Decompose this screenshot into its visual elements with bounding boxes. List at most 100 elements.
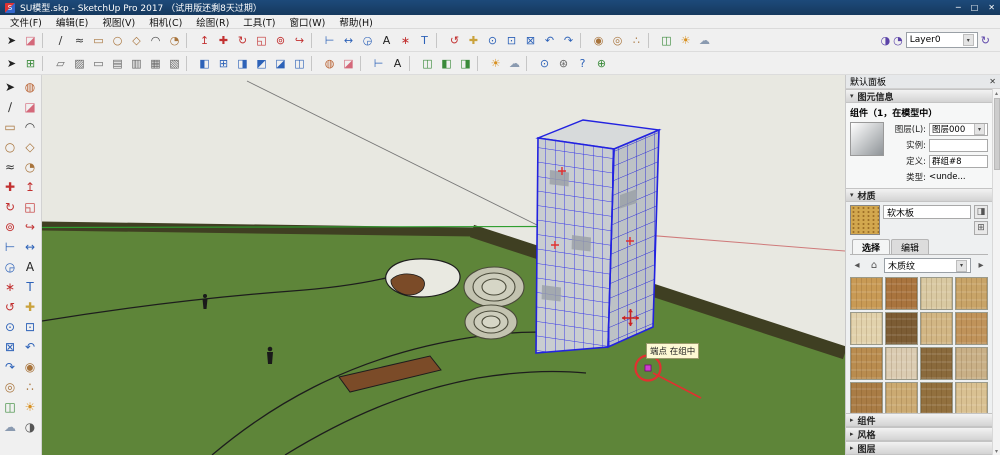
layer-visibility-icon[interactable]: ◔ <box>893 34 903 47</box>
create-material-button[interactable]: ⊞ <box>974 221 988 235</box>
section-display-toggle[interactable]: ◧ <box>437 54 456 73</box>
next-view-button[interactable]: ↷ <box>0 357 20 377</box>
position-camera-tool[interactable]: ◉ <box>20 357 40 377</box>
line-tool[interactable]: ∕ <box>51 31 70 50</box>
view-front[interactable]: ◨ <box>233 54 252 73</box>
preferences-button[interactable]: ⊛ <box>554 54 573 73</box>
view-right[interactable]: ◩ <box>252 54 271 73</box>
material-collection-dropdown[interactable]: 木质纹 ▾ <box>884 258 971 273</box>
walk-tool[interactable]: ∴ <box>20 377 40 397</box>
text-tool[interactable]: A <box>377 31 396 50</box>
dimension-tool[interactable]: ↔ <box>20 237 40 257</box>
toolbar-separator[interactable] <box>526 56 533 71</box>
tape-measure-tool[interactable]: ⊢ <box>369 54 388 73</box>
menu-draw[interactable]: 绘图(R) <box>189 15 236 29</box>
protractor-tool[interactable]: ◶ <box>0 257 20 277</box>
push-pull-tool[interactable]: ↥ <box>195 31 214 50</box>
zoom-extents-tool[interactable]: ⊠ <box>521 31 540 50</box>
toolbar-separator[interactable] <box>648 33 655 48</box>
layer-color-icon[interactable]: ◑ <box>881 34 891 47</box>
fog-toggle[interactable]: ☁ <box>505 54 524 73</box>
tape-measure-tool[interactable]: ⊢ <box>320 31 339 50</box>
look-around-tool[interactable]: ◎ <box>608 31 627 50</box>
menu-view[interactable]: 视图(V) <box>95 15 142 29</box>
style-hidden-line[interactable]: ▤ <box>108 54 127 73</box>
3d-text-tool[interactable]: T <box>415 31 434 50</box>
toolbar-separator[interactable] <box>409 56 416 71</box>
polygon-tool[interactable]: ◇ <box>20 137 40 157</box>
section-styles[interactable]: ▸ 风格 <box>846 427 992 441</box>
style-xray[interactable]: ▱ <box>51 54 70 73</box>
orbit-tool[interactable]: ↺ <box>445 31 464 50</box>
zoom-tool[interactable]: ⊙ <box>0 317 20 337</box>
eraser-tool[interactable]: ◪ <box>339 54 358 73</box>
paint-bucket-tool[interactable]: ◍ <box>320 54 339 73</box>
toolbar-separator[interactable] <box>186 56 193 71</box>
previous-view-button[interactable]: ↶ <box>20 337 40 357</box>
protractor-tool[interactable]: ◶ <box>358 31 377 50</box>
text-tool[interactable]: A <box>388 54 407 73</box>
scroll-up-icon[interactable]: ▴ <box>995 89 998 97</box>
menu-camera[interactable]: 相机(C) <box>142 15 189 29</box>
toolbar-separator[interactable] <box>186 33 193 48</box>
zoom-window-tool[interactable]: ⊡ <box>20 317 40 337</box>
style-monochrome[interactable]: ▧ <box>165 54 184 73</box>
minimize-button[interactable]: ─ <box>956 3 961 12</box>
scale-tool[interactable]: ◱ <box>20 197 40 217</box>
texture-swatch[interactable] <box>850 312 883 345</box>
rectangle-tool[interactable]: ▭ <box>89 31 108 50</box>
menu-tools[interactable]: 工具(T) <box>236 15 282 29</box>
3d-text-tool[interactable]: T <box>20 277 40 297</box>
secondary-pane-button[interactable]: ◨ <box>974 205 988 219</box>
shadows-dialog-button[interactable]: ☀ <box>486 54 505 73</box>
material-name-field[interactable]: 软木板 <box>883 205 971 219</box>
texture-swatch[interactable] <box>955 382 988 413</box>
menu-help[interactable]: 帮助(H) <box>332 15 380 29</box>
eraser-tool[interactable]: ◪ <box>21 31 40 50</box>
section-cut-toggle[interactable]: ◨ <box>456 54 475 73</box>
axes-tool[interactable]: ∗ <box>0 277 20 297</box>
shadows-toggle[interactable]: ☀ <box>676 31 695 50</box>
texture-swatch[interactable] <box>850 277 883 310</box>
texture-swatch[interactable] <box>850 382 883 413</box>
select-tool[interactable]: ➤ <box>2 54 21 73</box>
tray-scrollbar[interactable]: ▴ ▾ <box>992 89 1000 455</box>
tab-select[interactable]: 选择 <box>852 239 890 254</box>
paint-bucket-tool[interactable]: ◍ <box>20 77 40 97</box>
texture-swatch[interactable] <box>920 382 953 413</box>
move-tool[interactable]: ✚ <box>214 31 233 50</box>
texture-swatch[interactable] <box>850 347 883 380</box>
fog-toggle[interactable]: ☁ <box>695 31 714 50</box>
select-tool[interactable]: ➤ <box>0 77 20 97</box>
freehand-tool[interactable]: ≈ <box>70 31 89 50</box>
shadows-toggle[interactable]: ☀ <box>20 397 40 417</box>
view-top[interactable]: ⊞ <box>214 54 233 73</box>
toolbar-separator[interactable] <box>580 33 587 48</box>
maximize-button[interactable]: □ <box>971 3 979 12</box>
style-shaded[interactable]: ▥ <box>127 54 146 73</box>
make-component-button[interactable]: ⊞ <box>21 54 40 73</box>
definition-input[interactable]: 群组#8 <box>929 155 988 168</box>
menu-edit[interactable]: 编辑(E) <box>49 15 95 29</box>
texture-swatch[interactable] <box>955 277 988 310</box>
texture-swatch[interactable] <box>955 312 988 345</box>
freehand-tool[interactable]: ≈ <box>0 157 20 177</box>
back-arrow-icon[interactable]: ◂ <box>850 259 864 273</box>
pie-tool[interactable]: ◔ <box>165 31 184 50</box>
dimension-tool[interactable]: ↔ <box>339 31 358 50</box>
move-tool[interactable]: ✚ <box>0 177 20 197</box>
section-layers[interactable]: ▸ 图层 <box>846 441 992 455</box>
details-arrow-icon[interactable]: ▸ <box>974 259 988 273</box>
circle-tool[interactable]: ○ <box>108 31 127 50</box>
rotate-tool[interactable]: ↻ <box>233 31 252 50</box>
tab-edit[interactable]: 编辑 <box>891 239 929 254</box>
texture-swatch[interactable] <box>955 347 988 380</box>
axes-tool[interactable]: ∗ <box>396 31 415 50</box>
texture-swatch[interactable] <box>920 312 953 345</box>
selected-building-group[interactable] <box>536 120 659 353</box>
tray-close-icon[interactable]: ✕ <box>989 77 996 86</box>
offset-tool[interactable]: ⊚ <box>271 31 290 50</box>
model-info-button[interactable]: ⊙ <box>535 54 554 73</box>
follow-me-tool[interactable]: ↪ <box>290 31 309 50</box>
section-plane-tool[interactable]: ◫ <box>657 31 676 50</box>
